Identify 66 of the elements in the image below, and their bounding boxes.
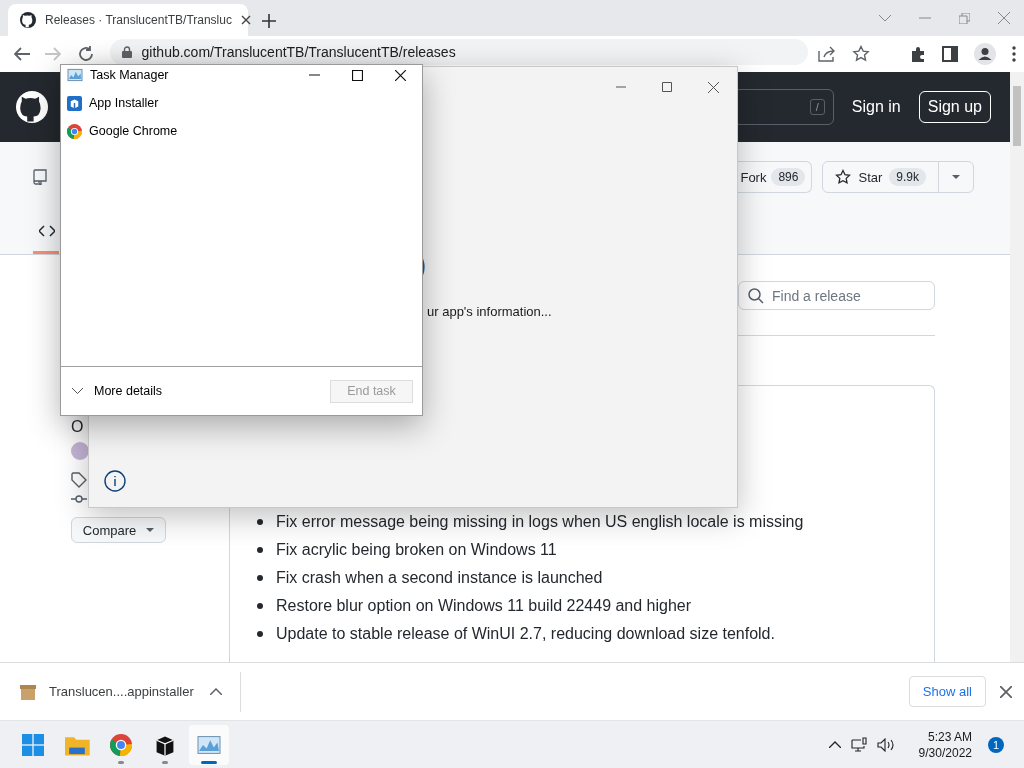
box-icon bbox=[67, 95, 82, 111]
close-icon[interactable] bbox=[395, 69, 406, 81]
puzzle-icon[interactable] bbox=[910, 46, 926, 62]
avatar bbox=[71, 442, 89, 460]
plus-icon[interactable] bbox=[262, 14, 276, 28]
release-note: Fix error message being missing in logs when US english locale is missing bbox=[257, 508, 934, 536]
chevron-down-icon bbox=[72, 388, 83, 394]
find-release-field[interactable]: Find a release bbox=[738, 281, 935, 310]
sign-up-button[interactable]: Sign up bbox=[918, 91, 991, 123]
status-text: ur app's information... bbox=[427, 304, 553, 319]
close-icon[interactable] bbox=[240, 15, 251, 25]
caret-down-icon bbox=[952, 175, 960, 179]
share-icon[interactable] bbox=[818, 46, 836, 62]
release-note: Update to stable release of WinUI 2.7, reducing download size tenfold. bbox=[257, 620, 934, 648]
chevron-down-icon[interactable] bbox=[879, 14, 891, 22]
maximize-icon[interactable] bbox=[662, 82, 672, 92]
app-list-item[interactable]: Google Chrome bbox=[61, 117, 422, 145]
clock[interactable]: 5:23 AM 9/30/2022 bbox=[918, 728, 972, 761]
cat-logo-icon bbox=[16, 91, 48, 123]
sign-in-link[interactable]: Sign in bbox=[851, 98, 901, 116]
app-list-item[interactable]: App Installer bbox=[61, 89, 422, 117]
browser-tab[interactable]: Releases · TranslucentTB/Transluc bbox=[8, 4, 248, 36]
side-panel-icon[interactable] bbox=[942, 46, 958, 62]
code-icon bbox=[39, 225, 55, 237]
counter: 896 bbox=[771, 168, 806, 186]
star-outline-icon[interactable] bbox=[852, 45, 870, 63]
maximize-icon[interactable] bbox=[352, 69, 363, 81]
speaker-icon[interactable] bbox=[876, 737, 897, 752]
caret-down-icon bbox=[146, 528, 155, 532]
browser-logo-icon bbox=[110, 733, 132, 756]
window-title: Task Manager bbox=[90, 68, 170, 82]
chevron-up-icon[interactable] bbox=[828, 741, 841, 748]
release-note: Fix acrylic being broken on Windows 11 bbox=[257, 536, 934, 564]
chart-window-icon bbox=[67, 67, 83, 83]
download-item[interactable]: Translucen....appinstaller bbox=[49, 684, 194, 699]
star-icon bbox=[835, 169, 852, 185]
browser-logo-icon bbox=[67, 123, 82, 139]
package-icon bbox=[20, 683, 36, 700]
fork-button[interactable]: Fork 896 bbox=[738, 162, 812, 192]
counter: 9.9k bbox=[889, 168, 926, 186]
tag-icon bbox=[71, 472, 87, 488]
reload-icon[interactable] bbox=[77, 46, 94, 62]
cat-logo-icon bbox=[20, 12, 36, 28]
release-note: Fix crash when a second instance is launched bbox=[257, 564, 934, 592]
address-bar[interactable]: github.com/TranslucentTB/TranslucentTB/releases bbox=[109, 39, 808, 65]
notification-badge[interactable]: 1 bbox=[988, 736, 1004, 753]
back-icon[interactable] bbox=[14, 47, 30, 61]
shortcut-key: / bbox=[809, 99, 825, 115]
info-icon[interactable] bbox=[104, 470, 126, 492]
profile-icon[interactable] bbox=[974, 43, 996, 65]
more-details-button[interactable]: More details bbox=[72, 384, 163, 398]
release-title: O bbox=[71, 418, 85, 435]
search-icon bbox=[748, 287, 764, 304]
close-icon[interactable] bbox=[708, 81, 719, 93]
lock-icon bbox=[121, 46, 132, 58]
compare-button[interactable]: Compare bbox=[71, 517, 166, 543]
release-note: Restore blur option on Windows 11 build 22449 and higher bbox=[257, 592, 934, 620]
repo-icon bbox=[33, 169, 47, 185]
menu-icon[interactable] bbox=[1012, 46, 1016, 62]
show-all-button[interactable]: Show all bbox=[908, 676, 986, 707]
start-icon[interactable] bbox=[22, 733, 44, 756]
close-icon[interactable] bbox=[1000, 685, 1012, 698]
scrollbar[interactable] bbox=[1010, 72, 1024, 662]
caret-up-icon[interactable] bbox=[209, 688, 222, 695]
commit-icon bbox=[71, 494, 87, 504]
monitor-icon[interactable] bbox=[850, 736, 867, 753]
